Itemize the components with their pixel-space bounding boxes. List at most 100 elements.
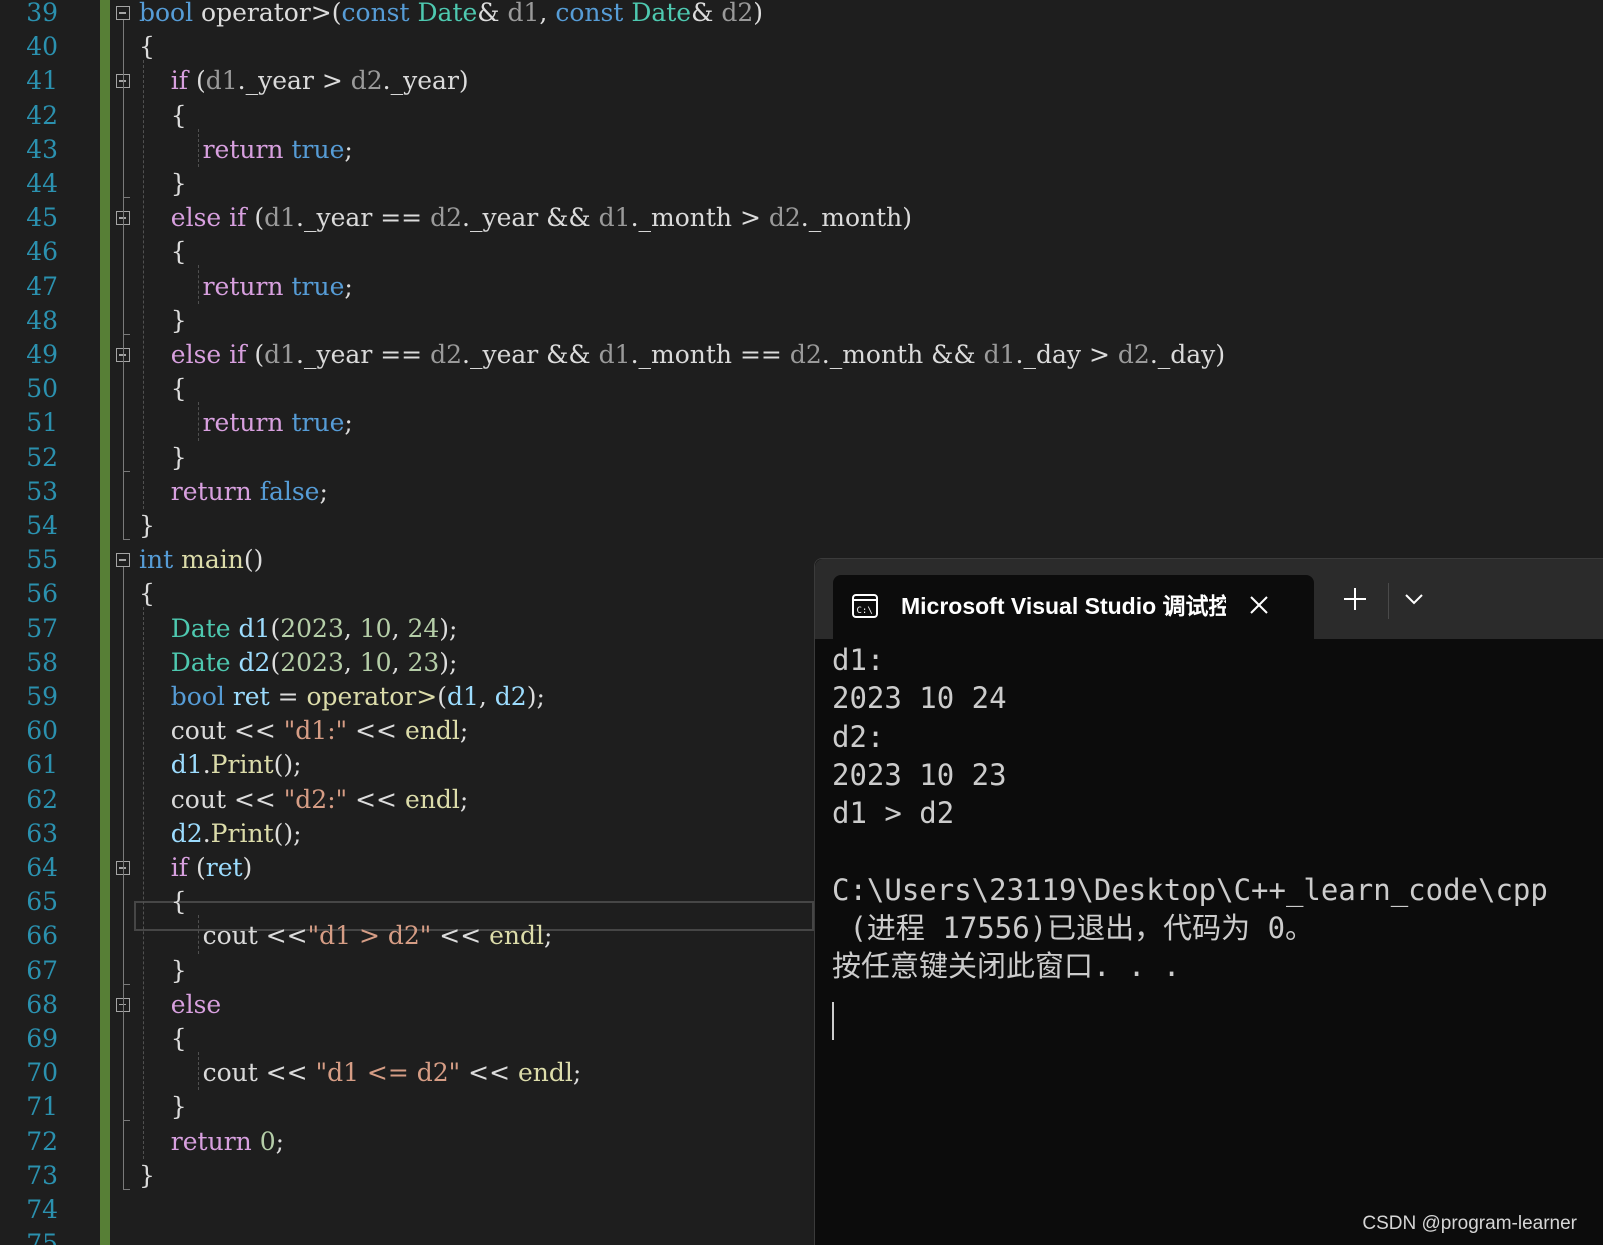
code-token: 2023	[280, 613, 344, 643]
code-line[interactable]: Date d2(2023, 10, 23);	[139, 646, 458, 680]
code-token: _month	[829, 340, 924, 369]
code-token: d2	[238, 647, 271, 677]
code-token: "d2:"	[283, 784, 348, 814]
code-token: d2	[430, 340, 462, 369]
code-line[interactable]: }	[139, 1090, 187, 1124]
code-token: return	[170, 476, 252, 506]
terminal-output-line: C:\Users\23119\Desktop\C++_learn_code\cp…	[832, 872, 1548, 907]
code-token: return	[202, 134, 284, 164]
code-token: }	[139, 1160, 155, 1190]
code-line[interactable]: else if (d1._year == d2._year && d1._mon…	[139, 201, 912, 235]
code-token: operator>(	[193, 0, 342, 27]
outline-line	[123, 225, 124, 334]
code-token: <<	[347, 784, 405, 814]
code-line[interactable]: bool operator>(const Date& d1, const Dat…	[139, 0, 763, 30]
outline-end	[123, 333, 130, 335]
collapse-icon[interactable]	[116, 6, 130, 20]
code-token: bool	[139, 0, 194, 27]
code-line[interactable]: return true;	[139, 270, 353, 304]
code-line[interactable]: }	[139, 304, 187, 338]
code-line[interactable]: {	[139, 1022, 187, 1056]
console-icon: C:\	[852, 594, 878, 618]
code-line[interactable]: cout << "d2:" << endl;	[139, 783, 468, 817]
code-token: "d1:"	[283, 716, 348, 746]
close-icon[interactable]	[1246, 592, 1272, 618]
code-line[interactable]: cout <<"d1 > d2" << endl;	[139, 919, 553, 953]
code-token: >	[313, 66, 351, 96]
code-line[interactable]: }	[139, 509, 155, 543]
code-line[interactable]: else	[139, 988, 221, 1022]
code-token: false	[259, 476, 320, 506]
debug-console-window[interactable]: C:\ Microsoft Visual Studio 调试控制台 d1: 202…	[814, 558, 1603, 1245]
code-line[interactable]: cout << "d1:" << endl;	[139, 714, 468, 748]
code-token: );	[439, 613, 458, 643]
code-line[interactable]: return false;	[139, 475, 328, 509]
code-line[interactable]: }	[139, 167, 187, 201]
code-line[interactable]: }	[139, 1159, 155, 1193]
code-line[interactable]: {	[139, 885, 187, 919]
code-token: );	[439, 647, 458, 677]
terminal-tab[interactable]: C:\ Microsoft Visual Studio 调试控制台	[833, 575, 1314, 639]
terminal-output-line: 按任意键关闭此窗口. . .	[832, 949, 1181, 984]
code-line[interactable]: d1.Print();	[139, 748, 302, 782]
code-token: &&	[923, 340, 984, 369]
code-token: ,	[343, 613, 360, 643]
code-token: ==	[372, 203, 431, 233]
code-line[interactable]: {	[139, 30, 155, 64]
code-token: _year	[469, 340, 539, 369]
plus-icon[interactable]	[1340, 584, 1370, 614]
code-line[interactable]: bool ret = operator>(d1, d2);	[139, 680, 545, 714]
code-token: {	[139, 887, 187, 917]
code-token: <<	[257, 921, 308, 951]
code-line[interactable]: cout << "d1 <= d2" << endl;	[139, 1056, 582, 1090]
terminal-output-line: 2023 10 24	[832, 681, 1007, 716]
code-token: d1	[983, 340, 1016, 369]
code-token: )	[1215, 340, 1226, 369]
chevron-down-icon[interactable]	[1401, 588, 1427, 610]
terminal-tab-title: Microsoft Visual Studio 调试控制台	[901, 593, 1226, 619]
code-token: (	[270, 647, 281, 677]
code-line[interactable]: int main()	[139, 543, 263, 577]
code-token: .	[462, 340, 470, 369]
code-line[interactable]: {	[139, 235, 187, 269]
code-token: const	[341, 0, 410, 27]
code-token: ()	[243, 545, 264, 575]
code-line[interactable]: Date d1(2023, 10, 24);	[139, 612, 458, 646]
code-line[interactable]: if (ret)	[139, 851, 253, 885]
code-token: "d1 > d2"	[307, 921, 432, 951]
terminal-output-line: d2:	[832, 719, 885, 754]
code-token: {	[139, 100, 187, 130]
code-line[interactable]: }	[139, 954, 187, 988]
code-token: d2	[494, 682, 527, 711]
code-token: _year	[390, 66, 459, 96]
code-token: }	[139, 442, 187, 472]
code-token: ;	[275, 1126, 285, 1156]
code-token: .	[202, 750, 211, 780]
code-token: .	[800, 203, 809, 233]
code-line[interactable]: return true;	[139, 406, 353, 440]
code-token: (	[246, 203, 265, 233]
code-line[interactable]: if (d1._year > d2._year)	[139, 64, 469, 98]
code-line[interactable]: {	[139, 99, 187, 133]
code-line[interactable]: else if (d1._year == d2._year && d1._mon…	[139, 338, 1225, 372]
outline-line	[123, 875, 124, 984]
code-token: if	[229, 203, 247, 233]
code-token: else	[170, 989, 222, 1019]
code-token: ,	[391, 647, 408, 677]
code-line[interactable]: }	[139, 441, 187, 475]
collapse-icon[interactable]	[116, 553, 130, 568]
code-line[interactable]: {	[139, 372, 187, 406]
code-token: .	[237, 66, 246, 96]
code-token: int	[139, 545, 174, 575]
code-line[interactable]: return true;	[139, 133, 353, 167]
code-token: else	[170, 340, 222, 369]
code-token: 10	[359, 647, 392, 677]
code-line[interactable]: d2.Print();	[139, 817, 302, 851]
code-line[interactable]: {	[139, 577, 155, 611]
code-line[interactable]: return 0;	[139, 1125, 284, 1159]
code-token: {	[139, 1024, 187, 1053]
